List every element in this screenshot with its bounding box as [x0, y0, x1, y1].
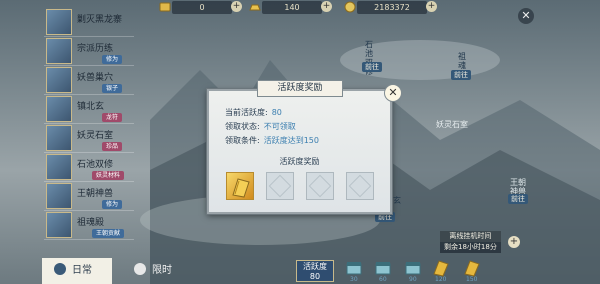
list-item[interactable]: 镇北玄 龙符 [44, 95, 134, 124]
modal-close-button[interactable]: ✕ [384, 84, 402, 102]
empty-slot-icon [308, 174, 332, 198]
chest-milestone-30: 30 [350, 276, 358, 283]
goto-button[interactable]: 前往 [508, 194, 528, 204]
tab-limited[interactable]: 限时 [122, 258, 192, 284]
gold-ingot-value: 140 [284, 3, 300, 12]
activity-progress-value: 80 [309, 272, 321, 281]
ticket-icon [158, 0, 172, 14]
reward-tag: 珍品 [102, 142, 123, 151]
activity-name: 妖灵石室 [77, 131, 114, 141]
activity-name: 石池双修 [77, 160, 114, 170]
claim-status-row: 领取状态: 不可领取 [225, 121, 296, 132]
map-label-demon-stone-room[interactable]: 妖灵石室 [432, 120, 472, 129]
activity-thumbnail [46, 96, 72, 122]
limited-icon [134, 263, 146, 275]
current-activity-row: 当前活跃度: 80 [225, 107, 282, 118]
goto-button[interactable]: 前往 [451, 70, 471, 80]
list-item[interactable]: 宗派历练 修为 [44, 37, 134, 66]
claim-status-value: 不可领取 [263, 122, 296, 131]
chest-milestone-120: 120 [435, 276, 447, 283]
activity-name: 宗派历练 [77, 44, 114, 54]
activity-name: 祖魂殿 [77, 218, 105, 228]
activity-thumbnail [46, 154, 72, 180]
daily-icon [54, 263, 66, 275]
claim-status-label: 领取状态: [225, 122, 260, 131]
resource-bar: 0 + 140 + 2183372 + [150, 0, 510, 16]
activity-thumbnail [46, 38, 72, 64]
activity-progress-label: 活跃度 [303, 262, 327, 271]
list-item[interactable]: 王朝神兽 修为 [44, 182, 134, 211]
add-gold-ingot-button[interactable]: + [321, 1, 332, 12]
activity-thumbnail [46, 67, 72, 93]
activity-thumbnail [46, 183, 72, 209]
chest-milestone-60: 60 [379, 276, 387, 283]
coin-counter: 2183372 + [344, 1, 437, 14]
add-coin-button[interactable]: + [426, 1, 437, 12]
claim-condition-row: 领取条件: 活跃度达到150 [225, 135, 319, 146]
chest-30-icon[interactable] [344, 258, 364, 278]
chest-milestone-150: 150 [466, 276, 478, 283]
modal-title: 活跃度奖励 [257, 80, 343, 97]
list-item[interactable]: 祖魂殿 王朝贡献 [44, 211, 134, 240]
empty-slot-icon [268, 174, 292, 198]
current-activity-value: 80 [271, 108, 282, 117]
chest-60-icon[interactable] [373, 258, 393, 278]
list-item[interactable]: 妖兽巢穴 银子 [44, 66, 134, 95]
activity-name: 王朝神兽 [77, 189, 114, 199]
activity-progress[interactable]: 活跃度 80 [296, 260, 334, 282]
activity-thumbnail [46, 9, 72, 35]
reward-tag: 王朝贡献 [92, 229, 125, 238]
close-icon[interactable]: ✕ [518, 8, 534, 24]
reward-slot-3[interactable] [306, 172, 334, 200]
list-item[interactable]: 妖灵石室 珍品 [44, 124, 134, 153]
activity-name: 妖兽巢穴 [77, 73, 114, 83]
reward-section-title: 活跃度奖励 [279, 157, 320, 166]
coin-icon [343, 0, 357, 14]
list-item[interactable]: 石池双修 妖灵材料 [44, 153, 134, 182]
gold-ticket-icon [232, 178, 250, 198]
reward-slot-1[interactable] [226, 172, 254, 200]
claim-condition-label: 领取条件: [225, 136, 260, 145]
chest-milestone-90: 90 [409, 276, 417, 283]
add-ticket-button[interactable]: + [231, 1, 242, 12]
gold-ingot-icon [248, 0, 262, 14]
ticket-counter: 0 + [159, 1, 242, 14]
list-item[interactable]: 剿灭黑龙寨 [44, 8, 134, 37]
tab-daily[interactable]: 日常 [42, 258, 112, 284]
reward-tag: 银子 [102, 84, 123, 93]
activity-name: 剿灭黑龙寨 [77, 15, 123, 25]
offline-hangup: 离线挂机时间 剩余18小时18分 [440, 231, 501, 253]
reward-slot-4[interactable] [346, 172, 374, 200]
claim-condition-value: 活跃度达到150 [263, 136, 319, 145]
hangup-time: 剩余18小时18分 [440, 242, 501, 253]
empty-slot-icon [348, 174, 372, 198]
gold-ingot-counter: 140 + [249, 1, 332, 14]
ticket-value: 0 [199, 3, 205, 12]
hangup-title: 离线挂机时间 [440, 231, 501, 242]
activity-list: 剿灭黑龙寨 宗派历练 修为 妖兽巢穴 银子 镇北玄 龙符 妖灵石室 珍品 石池双… [44, 8, 134, 258]
add-hangup-time-button[interactable]: + [508, 236, 520, 248]
reward-slot-2[interactable] [266, 172, 294, 200]
activity-name: 镇北玄 [77, 102, 105, 112]
chest-150-icon[interactable] [462, 258, 482, 278]
activity-thumbnail [46, 212, 72, 238]
current-activity-label: 当前活跃度: [225, 108, 268, 117]
reward-tag: 妖灵材料 [92, 171, 125, 180]
reward-tag: 修为 [102, 55, 123, 64]
activity-thumbnail [46, 125, 72, 151]
reward-tag: 修为 [102, 200, 123, 209]
reward-tag: 龙符 [102, 113, 123, 122]
goto-button[interactable]: 前往 [362, 62, 382, 72]
chest-90-icon[interactable] [403, 258, 423, 278]
chest-120-icon[interactable] [431, 258, 451, 278]
coin-value: 2183372 [374, 3, 410, 12]
